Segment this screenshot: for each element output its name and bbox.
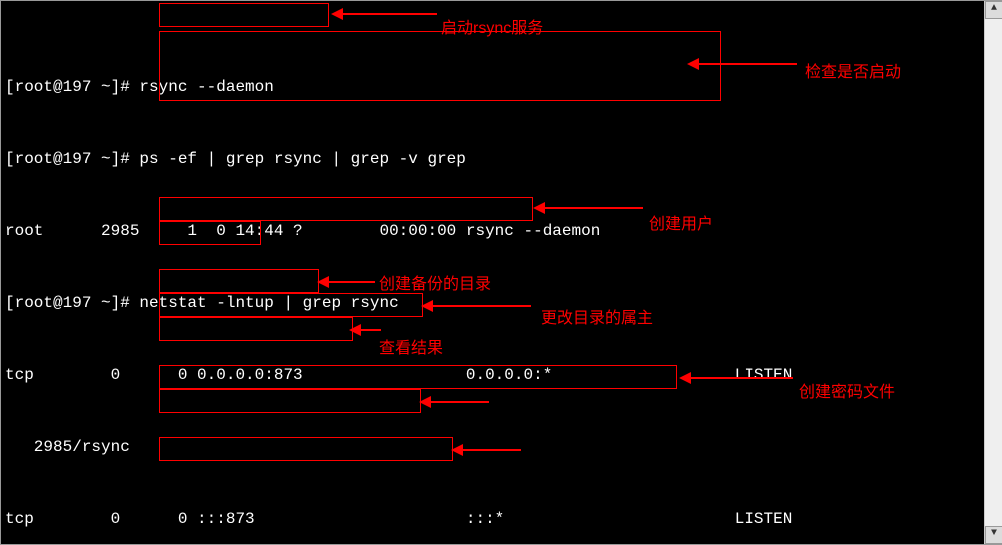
annotation-check-result: 查看结果 bbox=[379, 337, 443, 361]
prompt: [root@197 ~]# bbox=[5, 150, 139, 168]
prompt: [root@197 ~]# bbox=[5, 294, 139, 312]
redbox-1 bbox=[159, 3, 329, 27]
prompt: [root@197 ~]# bbox=[5, 78, 139, 96]
arrow-icon bbox=[327, 281, 375, 283]
cmd-rsync-daemon: rsync --daemon bbox=[139, 78, 273, 96]
redbox-6 bbox=[159, 317, 353, 341]
redbox-8 bbox=[159, 389, 421, 413]
terminal-window: [root@197 ~]# rsync --daemon [root@197 ~… bbox=[0, 0, 1002, 545]
cmd-ps: ps -ef | grep rsync | grep -v grep bbox=[139, 150, 465, 168]
redbox-4 bbox=[159, 269, 319, 293]
arrow-icon bbox=[341, 13, 437, 15]
output-netstat2: 2985/rsync bbox=[5, 438, 130, 456]
arrow-icon bbox=[697, 63, 797, 65]
redbox-3 bbox=[159, 197, 533, 221]
terminal[interactable]: [root@197 ~]# rsync --daemon [root@197 ~… bbox=[1, 1, 985, 544]
scroll-up-button[interactable]: ▲ bbox=[985, 1, 1002, 19]
output-ps: root 2985 1 0 14:44 ? 00:00:00 rsync --d… bbox=[5, 222, 600, 240]
output-netstat3: tcp 0 0 :::873 :::* LISTEN bbox=[5, 510, 792, 528]
vertical-scrollbar[interactable]: ▲ ▼ bbox=[984, 1, 1002, 544]
arrow-icon bbox=[543, 207, 643, 209]
cmd-netstat: netstat -lntup | grep rsync bbox=[139, 294, 398, 312]
output-netstat1: tcp 0 0 0.0.0.0:873 0.0.0.0:* LISTEN bbox=[5, 366, 792, 384]
annotation-start-rsync: 启动rsync服务 bbox=[441, 17, 543, 41]
arrow-icon bbox=[429, 401, 489, 403]
arrow-icon bbox=[359, 329, 381, 331]
scroll-down-button[interactable]: ▼ bbox=[985, 526, 1002, 544]
